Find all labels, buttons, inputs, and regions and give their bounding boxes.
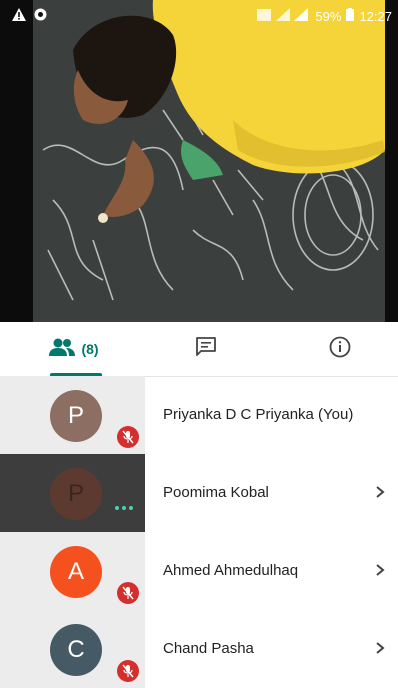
participant-name: Priyanka D C Priyanka (You) <box>163 406 354 423</box>
participant-count: (8) <box>81 341 99 357</box>
participant-name: Chand Pasha <box>163 640 254 657</box>
info-icon <box>329 336 351 363</box>
warning-icon <box>12 8 26 24</box>
participant-row[interactable]: C Chand Pasha <box>0 610 398 688</box>
presenter-video <box>33 0 385 322</box>
chevron-right-icon[interactable] <box>372 558 388 582</box>
clock: 12:27 <box>359 8 392 24</box>
tab-bar: (8) <box>0 322 398 377</box>
participant-name: Poomima Kobal <box>163 484 269 501</box>
mic-off-icon <box>117 660 139 682</box>
mic-off-icon <box>117 582 139 604</box>
tab-chat[interactable] <box>140 322 272 376</box>
avatar: A <box>50 546 102 598</box>
participant-row[interactable]: P Poomima Kobal <box>0 454 398 532</box>
battery-icon <box>346 8 355 24</box>
chevron-right-icon[interactable] <box>372 636 388 660</box>
participant-name: Ahmed Ahmedulhaq <box>163 562 299 579</box>
signal-icon <box>276 8 310 24</box>
chevron-right-icon[interactable] <box>372 480 388 504</box>
notification-icon <box>34 8 47 24</box>
chat-icon <box>195 336 217 362</box>
mic-off-icon <box>117 426 139 448</box>
status-bar: 59% 12:27 <box>0 0 398 30</box>
tab-info[interactable] <box>274 322 398 376</box>
people-icon <box>49 338 76 361</box>
avatar: P <box>50 390 102 442</box>
participant-list: P Priyanka D C Priyanka (You) P Poomima … <box>0 376 398 688</box>
avatar: P <box>50 468 102 520</box>
video-feed[interactable]: 59% 12:27 <box>0 0 398 322</box>
avatar-column: C <box>0 610 145 688</box>
avatar-column: A <box>0 532 145 610</box>
video-frame <box>33 0 385 322</box>
avatar: C <box>50 624 102 676</box>
avatar-column: P <box>0 454 145 532</box>
participant-row[interactable]: P Priyanka D C Priyanka (You) <box>0 376 398 454</box>
battery-text: 59% <box>315 8 342 24</box>
lte-icon <box>257 8 272 24</box>
participant-row[interactable]: A Ahmed Ahmedulhaq <box>0 532 398 610</box>
avatar-column: P <box>0 376 145 454</box>
tab-participants[interactable]: (8) <box>8 322 140 376</box>
speaking-indicator-icon <box>115 506 133 510</box>
